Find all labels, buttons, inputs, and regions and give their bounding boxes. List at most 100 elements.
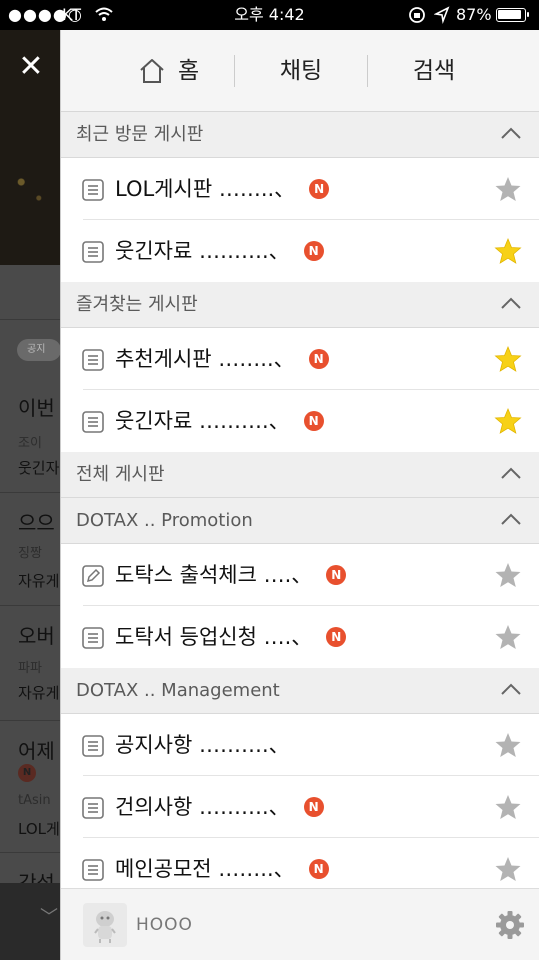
- document-icon: [82, 627, 104, 649]
- document-icon: [82, 735, 104, 757]
- new-badge-icon: N: [303, 797, 324, 817]
- new-badge-icon: N: [303, 411, 324, 431]
- board-item[interactable]: 공지사항 ……….、: [61, 714, 539, 776]
- section-title: 즐겨찾는 게시판: [76, 294, 198, 315]
- bg-item-board: LOL게: [18, 820, 60, 838]
- rotation-lock-icon: [408, 0, 426, 30]
- section-title: 최근 방문 게시판: [76, 124, 204, 145]
- location-icon: [433, 0, 450, 30]
- drawer-footer: HOOO: [61, 888, 539, 960]
- bg-item-board: 자유게: [18, 684, 60, 702]
- new-badge-icon: N: [309, 179, 330, 199]
- side-drawer: 홈 채팅 검색 최근 방문 게시판 LOL게시판 ……..、 N 웃긴자료 ……….、…: [60, 30, 539, 960]
- star-icon[interactable]: [494, 561, 522, 589]
- battery-percent: 87%: [456, 5, 492, 24]
- bg-item-sub: tAsin: [18, 793, 51, 808]
- section-title: DOTAX .. Management: [76, 680, 280, 701]
- tab-home-label: 홈: [178, 58, 200, 84]
- board-label: 웃긴자료 ……….、: [115, 239, 290, 263]
- new-badge-icon: N: [303, 241, 324, 261]
- document-icon: [82, 797, 104, 819]
- new-badge-icon: N: [308, 349, 329, 369]
- bg-divider: [0, 852, 60, 853]
- new-badge-icon: N: [308, 859, 329, 879]
- board-label: LOL게시판 ……..、: [115, 177, 296, 201]
- username: HOOO: [136, 915, 193, 935]
- section-header[interactable]: 최근 방문 게시판: [61, 112, 539, 158]
- star-icon[interactable]: [494, 623, 522, 651]
- bg-bottom-bar: ﹀: [0, 883, 60, 960]
- close-icon[interactable]: ✕: [14, 52, 48, 82]
- document-icon: [82, 859, 104, 881]
- star-icon[interactable]: [494, 855, 522, 883]
- bg-item-sub: 징짱: [18, 546, 42, 561]
- chevron-up-icon[interactable]: [500, 466, 522, 480]
- document-icon: [82, 411, 104, 433]
- background-gap: [0, 265, 60, 320]
- star-filled-icon[interactable]: [494, 407, 522, 435]
- bg-divider: [0, 720, 60, 721]
- board-item[interactable]: 건의사항 ……….、 N: [61, 776, 539, 838]
- star-filled-icon[interactable]: [494, 345, 522, 373]
- drawer-tab-bar: 홈 채팅 검색: [61, 30, 539, 112]
- new-badge-icon: N: [326, 627, 347, 647]
- bg-divider: [0, 492, 60, 493]
- avatar[interactable]: [83, 903, 127, 947]
- board-item[interactable]: 웃긴자료 ……….、 N: [61, 220, 539, 282]
- chevron-up-icon[interactable]: [500, 126, 522, 140]
- chevron-up-icon[interactable]: [500, 512, 522, 526]
- board-list: 최근 방문 게시판 LOL게시판 ……..、 N 웃긴자료 ……….、 N 즐겨찾는 게시…: [61, 112, 539, 900]
- star-icon[interactable]: [494, 731, 522, 759]
- board-item[interactable]: 웃긴자료 ……….、 N: [61, 390, 539, 452]
- section-header[interactable]: 전체 게시판: [61, 452, 539, 498]
- tab-divider: [234, 55, 235, 87]
- chevron-up-icon[interactable]: [500, 682, 522, 696]
- tab-home[interactable]: 홈: [136, 30, 236, 112]
- board-label: 건의사항 ……….、: [115, 795, 290, 819]
- bg-item-title: 이번: [18, 396, 55, 420]
- bg-item-board: 자유게: [18, 572, 60, 590]
- board-label: 공지사항 ……….、: [115, 733, 290, 757]
- background-app: ✕ 공지 이번 조이 웃긴자 으으 징짱 자유게 오버 파파 자유게 어제 N …: [0, 30, 60, 960]
- section-title: 전체 게시판: [76, 464, 165, 485]
- bg-item-sub: 조이: [18, 436, 42, 451]
- new-badge-icon: N: [326, 565, 347, 585]
- battery-icon: [496, 8, 529, 22]
- star-icon[interactable]: [494, 793, 522, 821]
- bg-item-title: 어제: [18, 739, 55, 763]
- document-icon: [82, 179, 104, 201]
- board-label: 웃긴자료 ……….、: [115, 409, 290, 433]
- chevron-up-icon[interactable]: [500, 296, 522, 310]
- pencil-icon: [82, 565, 104, 587]
- tab-chat[interactable]: 채팅: [251, 30, 351, 112]
- new-badge-icon: N: [18, 764, 36, 782]
- bg-item-board: 웃긴자: [18, 459, 60, 477]
- status-bar: ●●●●○ KT 오후 4:42 87%: [0, 0, 539, 30]
- home-icon: [140, 59, 164, 83]
- board-item[interactable]: 추천게시판 ……..、 N: [61, 328, 539, 390]
- board-label: 추천게시판 ……..、: [115, 347, 295, 371]
- bg-divider: [0, 605, 60, 606]
- tab-search[interactable]: 검색: [384, 30, 484, 112]
- tab-divider: [367, 55, 368, 87]
- board-item[interactable]: LOL게시판 ……..、 N: [61, 158, 539, 220]
- gear-icon[interactable]: [494, 909, 526, 941]
- star-filled-icon[interactable]: [494, 237, 522, 265]
- bg-item-title: 오버: [18, 624, 55, 648]
- avatar-character-icon: [94, 911, 116, 943]
- section-header[interactable]: DOTAX .. Management: [61, 668, 539, 714]
- chevron-down-icon: ﹀: [40, 907, 58, 928]
- board-label: 도탁서 등업신청 ….、: [115, 625, 313, 649]
- star-icon[interactable]: [494, 175, 522, 203]
- document-icon: [82, 241, 104, 263]
- board-item[interactable]: 도탁서 등업신청 ….、 N: [61, 606, 539, 668]
- bg-item-sub: 파파: [18, 661, 42, 676]
- board-item[interactable]: 도탁스 출석체크 ….、 N: [61, 544, 539, 606]
- bg-item-title: 으으: [18, 511, 55, 535]
- board-label: 도탁스 출석체크 ….、: [115, 563, 313, 587]
- section-title: DOTAX .. Promotion: [76, 510, 253, 531]
- document-icon: [82, 349, 104, 371]
- notice-chip: 공지: [17, 339, 60, 361]
- section-header[interactable]: 즐겨찾는 게시판: [61, 282, 539, 328]
- section-header[interactable]: DOTAX .. Promotion: [61, 498, 539, 544]
